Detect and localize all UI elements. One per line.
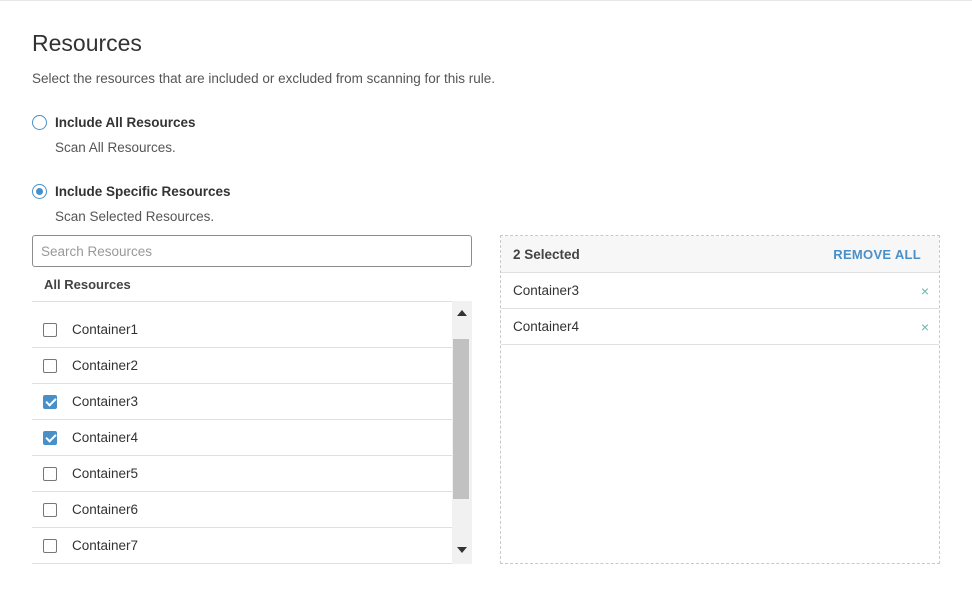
selected-item-container3: Container3 × xyxy=(501,273,939,309)
checkbox-container3[interactable] xyxy=(43,394,57,409)
page-title: Resources xyxy=(32,30,142,56)
item-label: Container7 xyxy=(72,538,139,553)
selected-header: 2 Selected REMOVE ALL xyxy=(501,236,939,273)
checkbox-container6[interactable] xyxy=(43,502,57,517)
list-item-container2[interactable]: Container2 xyxy=(32,348,452,384)
remove-container4-close-icon[interactable]: × xyxy=(921,319,929,335)
item-label: Container5 xyxy=(72,466,139,481)
checkbox-container4[interactable] xyxy=(43,430,57,445)
include-specific-radio[interactable] xyxy=(32,184,47,199)
scroll-up-arrow-icon[interactable] xyxy=(452,305,472,321)
option-include-all[interactable]: Include All Resources xyxy=(32,115,196,130)
item-label: Container2 xyxy=(72,358,139,373)
include-all-sublabel: Scan All Resources. xyxy=(55,140,176,155)
scroll-thumb[interactable] xyxy=(453,339,469,499)
scroll-down-arrow-icon[interactable] xyxy=(452,542,472,558)
item-label: Container3 xyxy=(72,394,139,409)
item-label: Container1 xyxy=(72,322,139,337)
list-item-container4[interactable]: Container4 xyxy=(32,420,452,456)
selected-item-container4: Container4 × xyxy=(501,309,939,345)
list-item-container1[interactable]: Container1 xyxy=(32,312,452,348)
all-resources-header: All Resources xyxy=(44,277,131,292)
include-all-label: Include All Resources xyxy=(55,115,196,130)
resource-list: Container1 Container2 Container3 Contain… xyxy=(32,301,472,564)
checkbox-container7[interactable] xyxy=(43,538,57,553)
item-label: Container6 xyxy=(72,502,139,517)
top-divider xyxy=(0,0,972,1)
selected-item-label: Container4 xyxy=(513,319,580,334)
remove-all-button[interactable]: REMOVE ALL xyxy=(833,247,921,262)
include-all-radio[interactable] xyxy=(32,115,47,130)
checkbox-container1[interactable] xyxy=(43,322,57,337)
list-scrollbar[interactable] xyxy=(452,301,472,564)
list-item-container3[interactable]: Container3 xyxy=(32,384,452,420)
include-specific-label: Include Specific Resources xyxy=(55,184,231,199)
include-specific-sublabel: Scan Selected Resources. xyxy=(55,209,215,224)
search-input[interactable] xyxy=(32,235,472,267)
list-item-container6[interactable]: Container6 xyxy=(32,492,452,528)
page-description: Select the resources that are included o… xyxy=(32,71,495,86)
option-include-specific[interactable]: Include Specific Resources xyxy=(32,184,231,199)
list-item-container5[interactable]: Container5 xyxy=(32,456,452,492)
selected-panel: 2 Selected REMOVE ALL Container3 × Conta… xyxy=(500,235,940,564)
list-item-container7[interactable]: Container7 xyxy=(32,528,452,564)
checkbox-container2[interactable] xyxy=(43,358,57,373)
remove-container3-close-icon[interactable]: × xyxy=(921,283,929,299)
checkbox-container5[interactable] xyxy=(43,466,57,481)
item-label: Container4 xyxy=(72,430,139,445)
selected-item-label: Container3 xyxy=(513,283,580,298)
selected-count: 2 Selected xyxy=(513,246,580,262)
